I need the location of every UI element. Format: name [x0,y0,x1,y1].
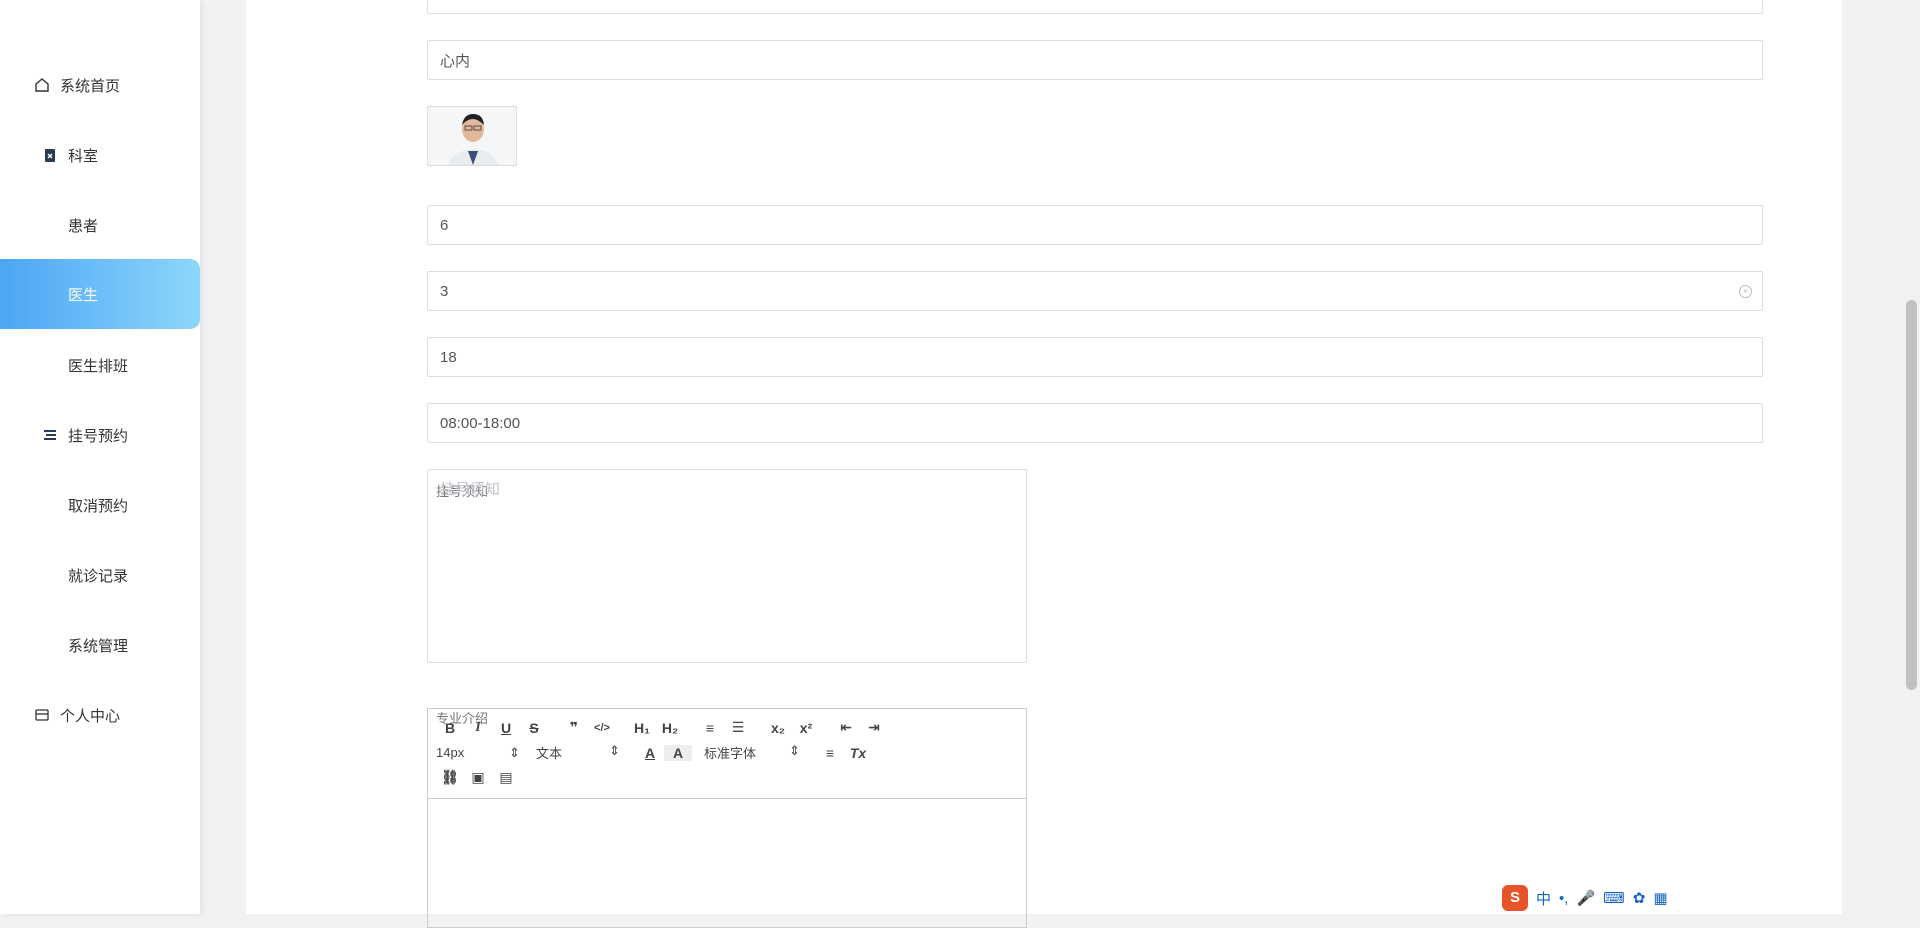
doctor-edit-form: 擅长领域 心内 头像 列数 6 行数 3 × 总数 18 开放时间 08:00-… [246,0,1842,928]
editor-toolbar: B I U S ❞ </> H₁ H₂ ≡ ☰ x₂ x² ⇤ ⇥ 14px ⇕ [428,709,1026,799]
bold-icon[interactable]: B [436,720,464,736]
avatar-upload[interactable] [427,106,517,166]
toolbar-row-3: ⛓ ▣ ▤ [436,765,1018,790]
superscript-icon[interactable]: x² [792,720,820,736]
toolbar-row-1: B I U S ❞ </> H₁ H₂ ≡ ☰ x₂ x² ⇤ ⇥ [436,715,1018,740]
editor-content[interactable] [428,799,1026,927]
grid-icon [42,497,58,513]
rows-value: 3 [440,282,449,300]
sidebar-item-visit-records[interactable]: 就诊记录 [0,540,200,610]
sidebar-item-label: 个人中心 [60,707,121,725]
notice-textarea[interactable]: 挂号须知 [427,469,1027,663]
sidebar: 系统首页 科室 患者 医生 医生排班 挂号预约 取消预约 就诊记录 系统管理 个… [0,0,200,914]
grid-icon [42,286,58,302]
select-arrow-icon: ⇕ [609,743,620,758]
sidebar-item-doctor[interactable]: 医生 [0,259,200,329]
video-icon[interactable]: ▤ [492,769,520,786]
sidebar-item-label: 患者 [68,217,99,235]
sidebar-item-label: 取消预约 [68,497,129,515]
text-style-select[interactable]: 文本 ⇕ [536,743,620,762]
clipboard-icon [45,149,55,162]
heading2-icon[interactable]: H₂ [656,720,684,736]
sidebar-item-patient[interactable]: 患者 [0,190,200,260]
partial-field[interactable] [427,0,1763,14]
font-size-select[interactable]: 14px ⇕ [436,745,520,761]
clear-icon[interactable]: × [1739,285,1752,298]
hours-input[interactable]: 08:00-18:00 [427,403,1763,443]
sidebar-item-label: 系统首页 [60,77,121,95]
sidebar-item-department[interactable]: 科室 [0,120,200,190]
underline-icon[interactable]: U [492,720,520,736]
punctuation-icon[interactable]: •, [1559,890,1568,907]
strikethrough-icon[interactable]: S [520,720,548,736]
sidebar-item-system-management[interactable]: 系统管理 [0,610,200,680]
font-family-select[interactable]: 标准字体 ⇕ [704,743,800,762]
page-scrollbar[interactable] [1903,0,1920,916]
align-icon[interactable]: ≡ [816,745,844,761]
sidebar-item-label: 挂号预约 [68,427,129,445]
italic-icon[interactable]: I [464,720,492,736]
code-icon[interactable]: </> [588,722,616,734]
clear-format-icon[interactable]: Tx [844,745,872,761]
blockquote-icon[interactable]: ❞ [560,719,588,736]
sidebar-item-label: 医生排班 [68,357,129,375]
sidebar-item-label: 就诊记录 [68,567,129,585]
avatar-image [428,107,516,165]
microphone-icon[interactable]: 🎤 [1576,889,1595,907]
image-icon[interactable]: ▣ [464,769,492,786]
sidebar-item-appointment[interactable]: 挂号预约 [0,400,200,470]
font-family-value: 标准字体 [704,746,757,761]
home-icon [35,78,49,92]
scrollbar-thumb[interactable] [1906,300,1917,690]
sidebar-item-home[interactable]: 系统首页 [0,50,200,120]
grid-icon [42,217,58,233]
ime-toolbar: S 中 •, 🎤 ⌨ ✿ ▦ [1502,884,1704,912]
link-icon[interactable]: ⛓ [436,769,464,786]
rich-text-editor: B I U S ❞ </> H₁ H₂ ≡ ☰ x₂ x² ⇤ ⇥ 14px ⇕ [427,708,1027,928]
grid-icon [42,567,58,583]
sidebar-item-cancel-appointment[interactable]: 取消预约 [0,470,200,540]
ordered-list-icon[interactable]: ≡ [696,720,724,736]
text-style-value: 文本 [536,746,563,761]
outdent-icon[interactable]: ⇤ [832,719,860,736]
list-icon [44,430,56,440]
sidebar-item-doctor-schedule[interactable]: 医生排班 [0,330,200,400]
columns-input[interactable]: 6 [427,205,1763,245]
sidebar-item-label: 科室 [68,147,99,165]
keyboard-icon[interactable]: ⌨ [1603,889,1625,907]
specialty-input[interactable]: 心内 [427,40,1763,80]
sidebar-item-label: 医生 [68,286,99,304]
bullet-list-icon[interactable]: ☰ [724,719,752,736]
card-icon [35,709,49,721]
skin-icon[interactable]: ✿ [1633,889,1646,907]
select-arrow-icon: ⇕ [789,743,800,758]
sidebar-item-profile[interactable]: 个人中心 [0,680,200,750]
toolbar-row-2: 14px ⇕ 文本 ⇕ A A 标准字体 ⇕ ≡ Tx [436,740,1018,765]
font-color-icon[interactable]: A [636,745,664,761]
subscript-icon[interactable]: x₂ [764,720,792,736]
background-color-icon[interactable]: A [664,744,692,761]
apps-icon[interactable]: ▦ [1653,889,1667,907]
indent-icon[interactable]: ⇥ [860,719,888,736]
font-size-value: 14px [436,744,465,760]
sidebar-item-label: 系统管理 [68,637,129,655]
ime-lang[interactable]: 中 [1536,888,1551,909]
heading1-icon[interactable]: H₁ [628,720,656,736]
grid-icon [42,637,58,653]
sogou-logo-icon: S [1502,885,1528,911]
grid-icon [42,357,58,373]
total-input[interactable]: 18 [427,337,1763,377]
select-arrow-icon: ⇕ [509,744,520,760]
rows-input[interactable]: 3 × [427,271,1763,311]
